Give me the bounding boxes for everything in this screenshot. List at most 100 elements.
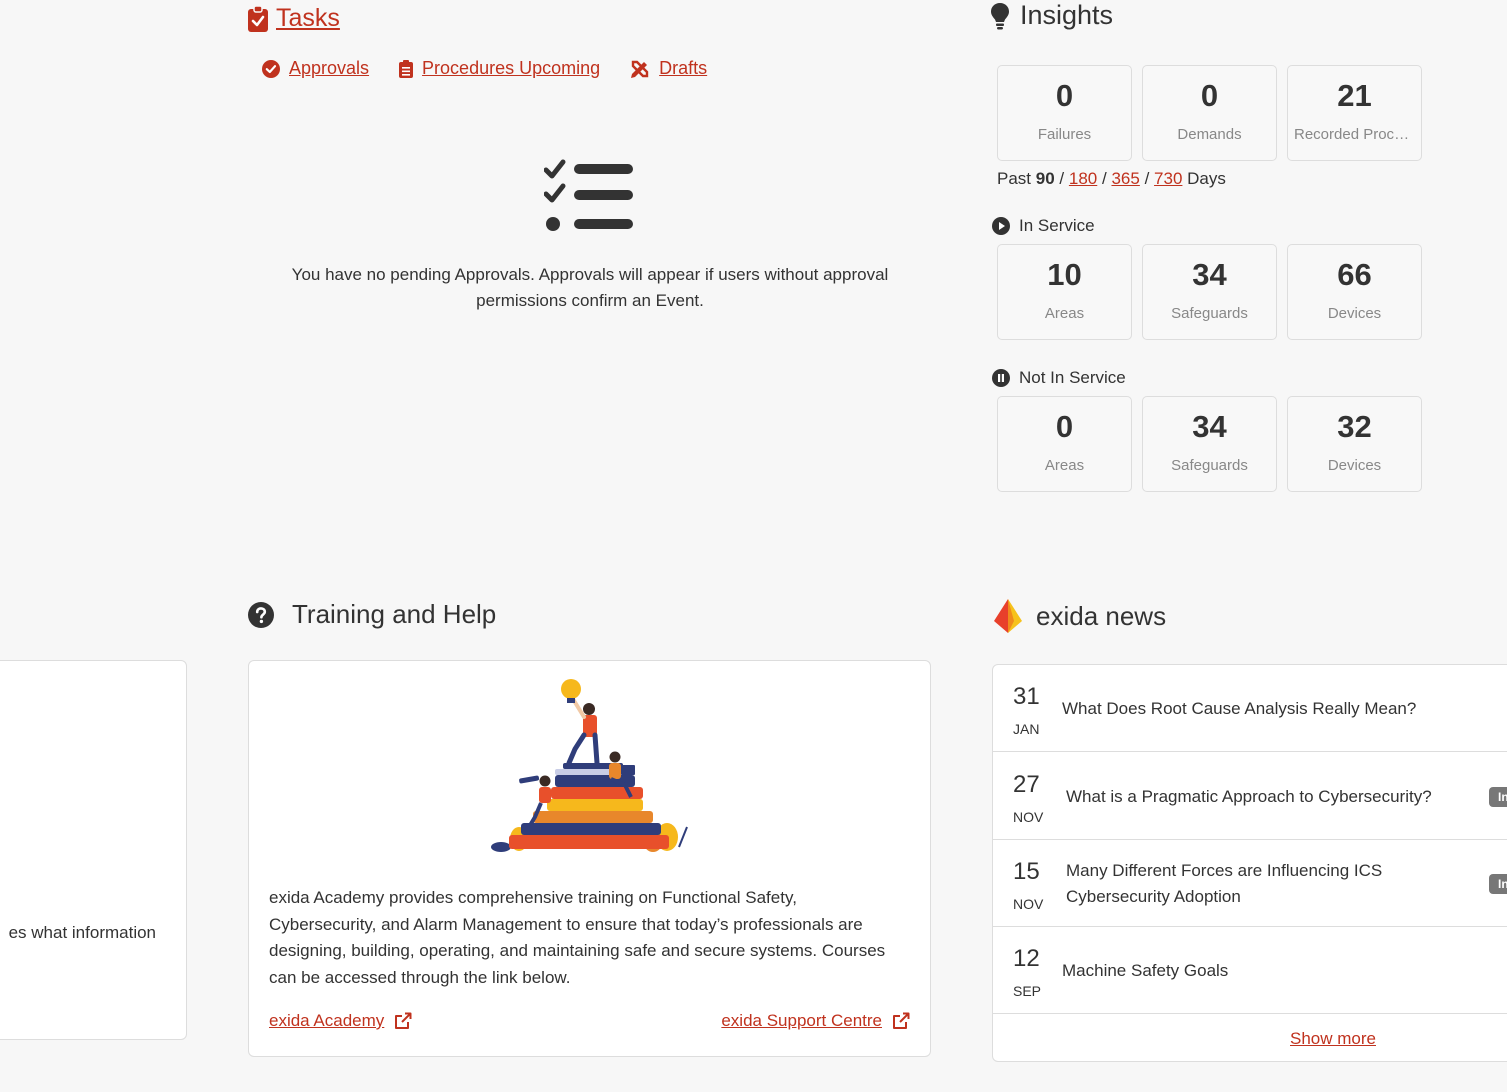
training-header: Training and Help <box>248 599 496 630</box>
tasks-title-link[interactable]: Tasks <box>276 4 340 33</box>
news-title-text: Machine Safety Goals <box>1062 960 1229 980</box>
news-item[interactable]: 15 NOV Many Different Forces are Influen… <box>993 840 1507 927</box>
drafts-link[interactable]: Drafts <box>659 58 707 79</box>
exida-academy-link-label: exida Academy <box>269 1011 385 1030</box>
training-description: exida Academy provides comprehensive tra… <box>269 888 886 987</box>
insights-title: Insights <box>1020 0 1114 30</box>
check-circle-icon <box>262 59 280 78</box>
news-item[interactable]: 31 JAN What Does Root Cause Analysis Rea… <box>993 665 1507 752</box>
failures-card[interactable]: 0 Failures <box>997 65 1132 161</box>
news-badge: In <box>1489 787 1507 807</box>
not-in-service-devices-count: 32 <box>1337 409 1372 444</box>
tab-drafts[interactable]: Drafts <box>630 58 707 79</box>
not-in-service-devices-label: Devices <box>1327 457 1382 474</box>
in-service-devices-card[interactable]: 66 Devices <box>1287 244 1422 340</box>
failures-label: Failures <box>1037 126 1092 143</box>
tasks-empty-message: You have no pending Approvals. Approvals… <box>291 265 889 310</box>
news-title-text: Many Different Forces are Influencing IC… <box>1066 860 1383 906</box>
tab-approvals[interactable]: Approvals <box>262 58 369 79</box>
recorded-procedures-label: Recorded Procedures <box>1294 126 1421 143</box>
training-links: exida Academy exida Support Centre <box>269 1011 910 1031</box>
news-day: 27 <box>1013 771 1040 798</box>
not-in-service-safeguards-count: 34 <box>1192 409 1227 444</box>
in-service-label: In Service <box>1019 216 1095 235</box>
in-service-header: In Service <box>992 216 1095 236</box>
period-option-365[interactable]: 365 <box>1111 169 1139 188</box>
period-selector: Past 90 / 180 / 365 / 730 Days <box>997 169 1226 189</box>
exida-logo-icon <box>994 599 1022 633</box>
news-title-text: What is a Pragmatic Approach to Cybersec… <box>1066 786 1432 806</box>
not-in-service-safeguards-label: Safeguards <box>1171 457 1248 474</box>
news-month: SEP <box>1013 983 1042 999</box>
period-sep: / <box>1059 169 1065 188</box>
news-day: 15 <box>1013 858 1040 885</box>
in-service-safeguards-label: Safeguards <box>1171 305 1248 322</box>
demands-label: Demands <box>1177 126 1242 143</box>
recorded-procedures-count: 21 <box>1337 78 1372 113</box>
play-circle-icon <box>992 217 1010 235</box>
period-prefix: Past <box>997 169 1032 188</box>
in-service-areas-label: Areas <box>1044 305 1085 322</box>
in-service-devices-count: 66 <box>1337 257 1372 292</box>
in-service-safeguards-count: 34 <box>1192 257 1227 292</box>
news-card: 31 JAN What Does Root Cause Analysis Rea… <box>992 664 1507 1062</box>
period-sep: / <box>1102 169 1107 188</box>
news-month: JAN <box>1013 721 1040 737</box>
not-in-service-safeguards-card[interactable]: 34 Safeguards <box>1142 396 1277 492</box>
insights-header: Insights <box>990 0 1113 31</box>
training-title: Training and Help <box>292 599 497 629</box>
news-badge: In <box>1489 874 1507 894</box>
period-sep: / <box>1144 169 1150 188</box>
not-in-service-areas-label: Areas <box>1044 457 1085 474</box>
period-suffix: Days <box>1187 169 1226 188</box>
not-in-service-devices-card[interactable]: 32 Devices <box>1287 396 1422 492</box>
not-in-service-areas-card[interactable]: 0 Areas <box>997 396 1132 492</box>
exida-support-centre-link-label: exida Support Centre <box>721 1011 882 1030</box>
news-day: 12 <box>1013 945 1040 972</box>
left-partial-card: es what information <box>0 660 187 1040</box>
approvals-link[interactable]: Approvals <box>289 58 369 79</box>
news-header: exida news <box>992 599 1166 633</box>
pencil-ruler-icon <box>631 60 649 78</box>
news-item[interactable]: 27 NOV What is a Pragmatic Approach to C… <box>993 753 1507 840</box>
tab-procedures-upcoming[interactable]: Procedures Upcoming <box>399 58 600 79</box>
recorded-procedures-card[interactable]: 21 Recorded Procedures <box>1287 65 1422 161</box>
news-day: 31 <box>1013 683 1040 710</box>
learning-books-illustration <box>491 679 688 852</box>
external-link-icon <box>395 1012 412 1029</box>
show-more-container: Show more <box>993 1029 1507 1049</box>
question-circle-icon <box>248 601 274 628</box>
show-more-link[interactable]: Show more <box>1290 1029 1376 1048</box>
news-month: NOV <box>1013 809 1044 825</box>
news-item[interactable]: 12 SEP Machine Safety Goals <box>993 927 1507 1014</box>
clipboard-list-icon <box>399 59 414 78</box>
news-month: NOV <box>1013 896 1044 912</box>
not-in-service-header: Not In Service <box>992 368 1126 388</box>
training-card: exida Academy provides comprehensive tra… <box>248 660 931 1057</box>
tasks-list-check-icon <box>544 159 633 231</box>
in-service-areas-card[interactable]: 10 Areas <box>997 244 1132 340</box>
period-option-180[interactable]: 180 <box>1069 169 1097 188</box>
period-option-730[interactable]: 730 <box>1154 169 1182 188</box>
in-service-devices-label: Devices <box>1327 305 1382 322</box>
left-card-text-fragment: es what information <box>8 923 156 942</box>
demands-card[interactable]: 0 Demands <box>1142 65 1277 161</box>
tasks-header: Tasks <box>248 4 340 33</box>
news-title-text: What Does Root Cause Analysis Really Mea… <box>1062 698 1417 718</box>
failures-count: 0 <box>1055 78 1074 113</box>
not-in-service-areas-count: 0 <box>1055 409 1074 444</box>
not-in-service-label: Not In Service <box>1019 368 1126 387</box>
in-service-areas-count: 10 <box>1047 257 1082 292</box>
clipboard-check-icon <box>248 5 268 32</box>
demands-count: 0 <box>1200 78 1219 113</box>
exida-support-centre-link[interactable]: exida Support Centre <box>721 1011 910 1031</box>
period-selected: 90 <box>1035 169 1055 188</box>
task-tabs: Approvals Procedures Upcoming Drafts <box>262 58 707 79</box>
in-service-safeguards-card[interactable]: 34 Safeguards <box>1142 244 1277 340</box>
exida-academy-link[interactable]: exida Academy <box>269 1011 412 1031</box>
news-title: exida news <box>1036 600 1167 631</box>
procedures-upcoming-link[interactable]: Procedures Upcoming <box>422 58 600 79</box>
lightbulb-icon <box>991 2 1009 29</box>
pause-circle-icon <box>992 369 1010 387</box>
external-link-icon <box>893 1012 910 1029</box>
